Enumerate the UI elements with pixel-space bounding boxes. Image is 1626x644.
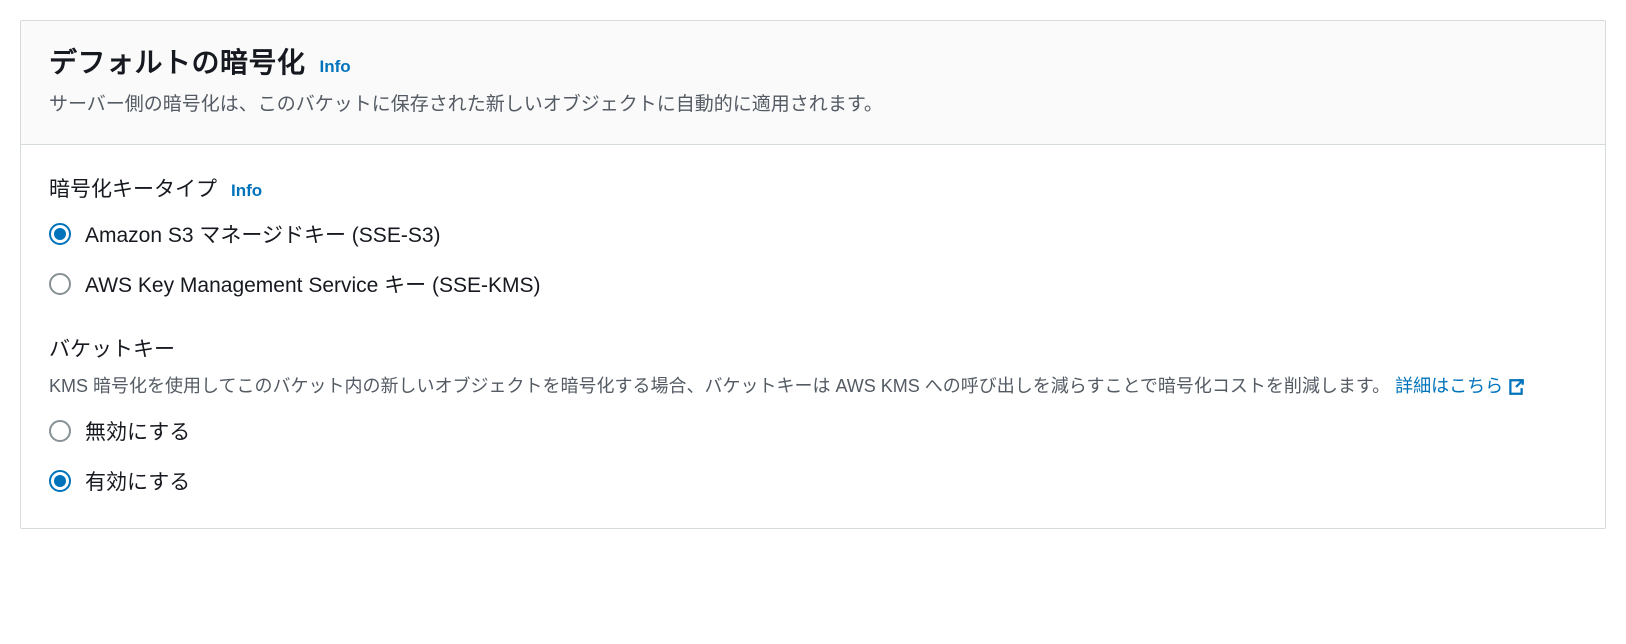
radio-bucket-key-enable[interactable]: 有効にする bbox=[49, 466, 1577, 496]
panel-title-row: デフォルトの暗号化 Info bbox=[49, 41, 1577, 81]
radio-sse-kms[interactable]: AWS Key Management Service キー (SSE-KMS) bbox=[49, 269, 1577, 299]
radio-bucket-key-disable[interactable]: 無効にする bbox=[49, 416, 1577, 446]
panel-body: 暗号化キータイプ Info Amazon S3 マネージドキー (SSE-S3)… bbox=[21, 145, 1605, 529]
default-encryption-panel: デフォルトの暗号化 Info サーバー側の暗号化は、このバケットに保存された新し… bbox=[20, 20, 1606, 529]
learn-more-text: 詳細はこちら bbox=[1395, 373, 1503, 401]
radio-label: Amazon S3 マネージドキー (SSE-S3) bbox=[85, 219, 441, 249]
bucket-key-title: バケットキー bbox=[49, 333, 175, 363]
radio-icon bbox=[49, 420, 71, 442]
bucket-key-title-row: バケットキー bbox=[49, 333, 1577, 363]
encryption-key-type-title-row: 暗号化キータイプ Info bbox=[49, 173, 1577, 203]
radio-label: 無効にする bbox=[85, 416, 190, 446]
panel-header: デフォルトの暗号化 Info サーバー側の暗号化は、このバケットに保存された新し… bbox=[21, 21, 1605, 145]
radio-icon bbox=[49, 273, 71, 295]
header-info-link[interactable]: Info bbox=[320, 57, 351, 77]
encryption-key-type-info-link[interactable]: Info bbox=[231, 181, 262, 201]
radio-icon bbox=[49, 223, 71, 245]
panel-title: デフォルトの暗号化 bbox=[49, 41, 306, 81]
radio-label: 有効にする bbox=[85, 466, 190, 496]
external-link-icon bbox=[1507, 377, 1525, 395]
encryption-key-type-section: 暗号化キータイプ Info Amazon S3 マネージドキー (SSE-S3)… bbox=[49, 173, 1577, 299]
radio-sse-s3[interactable]: Amazon S3 マネージドキー (SSE-S3) bbox=[49, 219, 1577, 249]
bucket-key-description-text: KMS 暗号化を使用してこのバケット内の新しいオブジェクトを暗号化する場合、バケ… bbox=[49, 376, 1390, 396]
radio-label: AWS Key Management Service キー (SSE-KMS) bbox=[85, 269, 541, 299]
encryption-key-type-title: 暗号化キータイプ bbox=[49, 173, 217, 203]
radio-icon bbox=[49, 470, 71, 492]
panel-description: サーバー側の暗号化は、このバケットに保存された新しいオブジェクトに自動的に適用さ… bbox=[49, 91, 1577, 120]
bucket-key-section: バケットキー KMS 暗号化を使用してこのバケット内の新しいオブジェクトを暗号化… bbox=[49, 333, 1577, 497]
learn-more-link[interactable]: 詳細はこちら bbox=[1395, 373, 1525, 401]
bucket-key-description: KMS 暗号化を使用してこのバケット内の新しいオブジェクトを暗号化する場合、バケ… bbox=[49, 373, 1577, 401]
